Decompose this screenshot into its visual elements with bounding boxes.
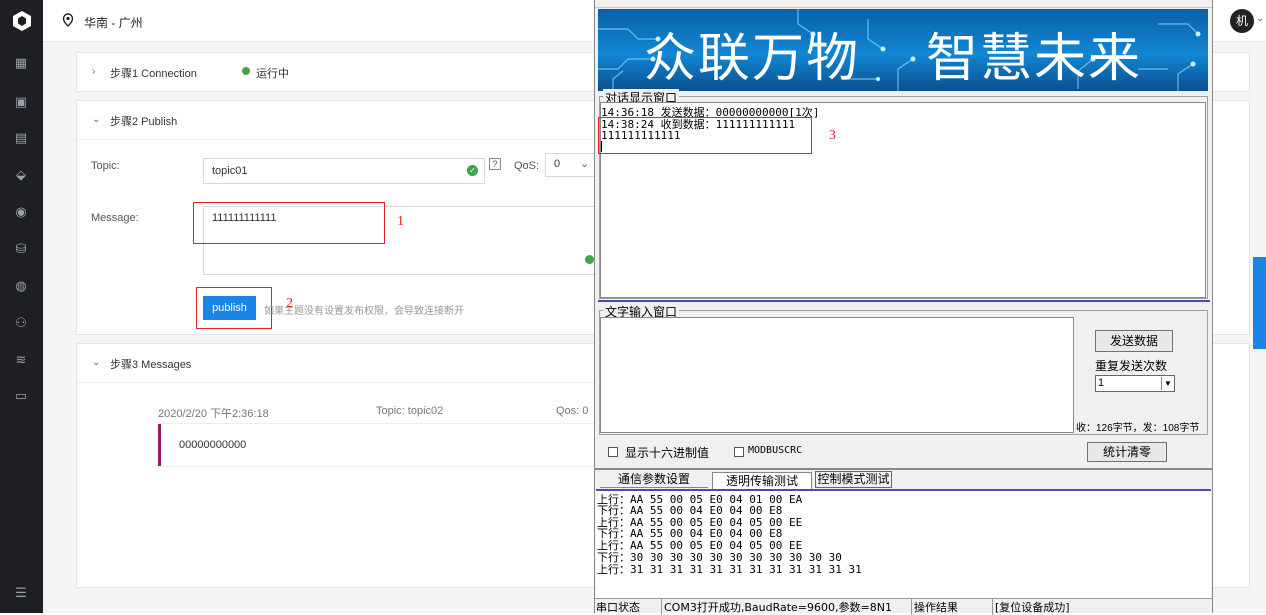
check-icon: ✓ <box>467 165 478 176</box>
banner-image: 众联万物 智慧未来 <box>598 9 1208 91</box>
chevron-down-icon[interactable]: ⌄ <box>92 357 100 368</box>
annotation-number-3: 3 <box>829 128 836 143</box>
region-selector[interactable]: 华南 - 广州 <box>84 14 143 31</box>
message-payload: 00000000000 <box>179 439 247 451</box>
tab-control-mode[interactable]: 控制模式测试 <box>815 471 892 488</box>
annotation-number-2: 2 <box>286 296 293 311</box>
log-line: 下行：30 30 30 30 30 30 30 30 30 30 30 <box>597 551 842 564</box>
publish-warning: 如果主题没有设置发布权限，会导致连接断开 <box>264 306 464 317</box>
step1-title: 步骤1 Connection <box>110 68 197 80</box>
globe-icon[interactable]: ◍ <box>11 276 31 296</box>
shield-icon[interactable]: ⬙ <box>11 165 31 185</box>
step2-title: 步骤2 Publish <box>110 116 178 128</box>
log-line: 下行：AA 55 00 04 E0 04 00 E8 <box>597 504 783 517</box>
check-icon <box>585 255 594 264</box>
message-accent-bar <box>158 424 161 466</box>
location-pin-icon <box>62 13 74 27</box>
qos-value: 0 <box>554 158 561 170</box>
status-dot-icon <box>242 67 250 75</box>
annotation-number-1: 1 <box>397 214 404 229</box>
users-icon[interactable]: ⚇ <box>11 313 31 333</box>
dropdown-arrow-icon[interactable]: ▼ <box>1161 377 1174 390</box>
feedback-tab[interactable] <box>1253 257 1266 349</box>
logo-icon[interactable] <box>0 0 43 42</box>
repeat-count-label: 重复发送次数 <box>1095 359 1168 373</box>
chevron-down-icon[interactable]: ⌄ <box>580 157 589 170</box>
divider <box>77 382 594 383</box>
avatar[interactable]: 机 <box>1230 9 1254 33</box>
sidebar: ▦ ▣ ▤ ⬙ ◉ ⛁ ◍ ⚇ ≋ ▭ ☰ <box>0 0 43 613</box>
grid-icon[interactable]: ▦ <box>11 53 31 73</box>
log-line: 下行：AA 55 00 04 E0 04 00 E8 <box>597 527 783 540</box>
message-topic: Topic: topic02 <box>376 405 444 417</box>
annotation-box-3 <box>598 117 812 154</box>
modbus-crc-checkbox[interactable] <box>734 447 744 457</box>
chevron-down-icon[interactable]: ⌄ <box>92 114 100 125</box>
log-line: 上行：AA 55 00 05 E0 04 05 00 EE <box>597 539 803 552</box>
tab-comm-settings[interactable]: 通信参数设置 <box>600 471 708 488</box>
divider <box>595 468 1212 470</box>
clear-stats-button[interactable]: 统计清零 <box>1087 442 1167 462</box>
topic-label: Topic: <box>91 160 120 172</box>
chevron-down-icon[interactable]: ⌄ <box>1256 13 1264 24</box>
stack-icon[interactable]: ≋ <box>11 350 31 370</box>
message-qos: Qos: 0 <box>556 405 589 417</box>
annotation-box-1 <box>193 202 385 244</box>
chevron-right-icon[interactable]: › <box>92 66 95 77</box>
menu-icon[interactable]: ☰ <box>11 583 31 603</box>
tab-transparent-transfer[interactable]: 透明传输测试 <box>712 472 812 490</box>
box-icon[interactable]: ▭ <box>11 386 31 406</box>
devices-icon[interactable]: ▣ <box>11 92 31 112</box>
message-label: Message: <box>91 212 139 224</box>
panel-icon[interactable]: ▤ <box>11 128 31 148</box>
eye-icon[interactable]: ◉ <box>11 202 31 222</box>
window-menu-bar <box>595 0 1212 8</box>
hex-display-label: 显示十六进制值 <box>625 446 710 460</box>
banner-text-right: 智慧未来 <box>926 31 1143 88</box>
divider <box>598 300 1210 302</box>
connection-status: 运行中 <box>256 68 289 80</box>
log-line: 上行：31 31 31 31 31 31 31 31 31 31 31 31 <box>597 563 862 576</box>
message-time: 2020/2/20 下午2:36:18 <box>158 408 269 420</box>
send-data-button[interactable]: 发送数据 <box>1095 330 1173 352</box>
repeat-count-value: 1 <box>1098 377 1105 389</box>
banner-text-left: 众联万物 <box>644 31 861 88</box>
step3-title: 步骤3 Messages <box>110 359 192 371</box>
help-icon[interactable]: ? <box>489 158 501 170</box>
topic-value: topic01 <box>212 165 248 177</box>
hex-display-checkbox[interactable] <box>608 447 618 457</box>
qos-label: QoS: <box>514 160 540 172</box>
text-input-area[interactable] <box>600 317 1074 433</box>
database-icon[interactable]: ⛁ <box>11 239 31 259</box>
modbus-crc-label: MODBUSCRC <box>748 445 803 456</box>
annotation-box-2 <box>196 287 272 329</box>
divider <box>77 139 594 140</box>
byte-counter: 收：126字节，发：108字节 <box>1076 423 1200 434</box>
